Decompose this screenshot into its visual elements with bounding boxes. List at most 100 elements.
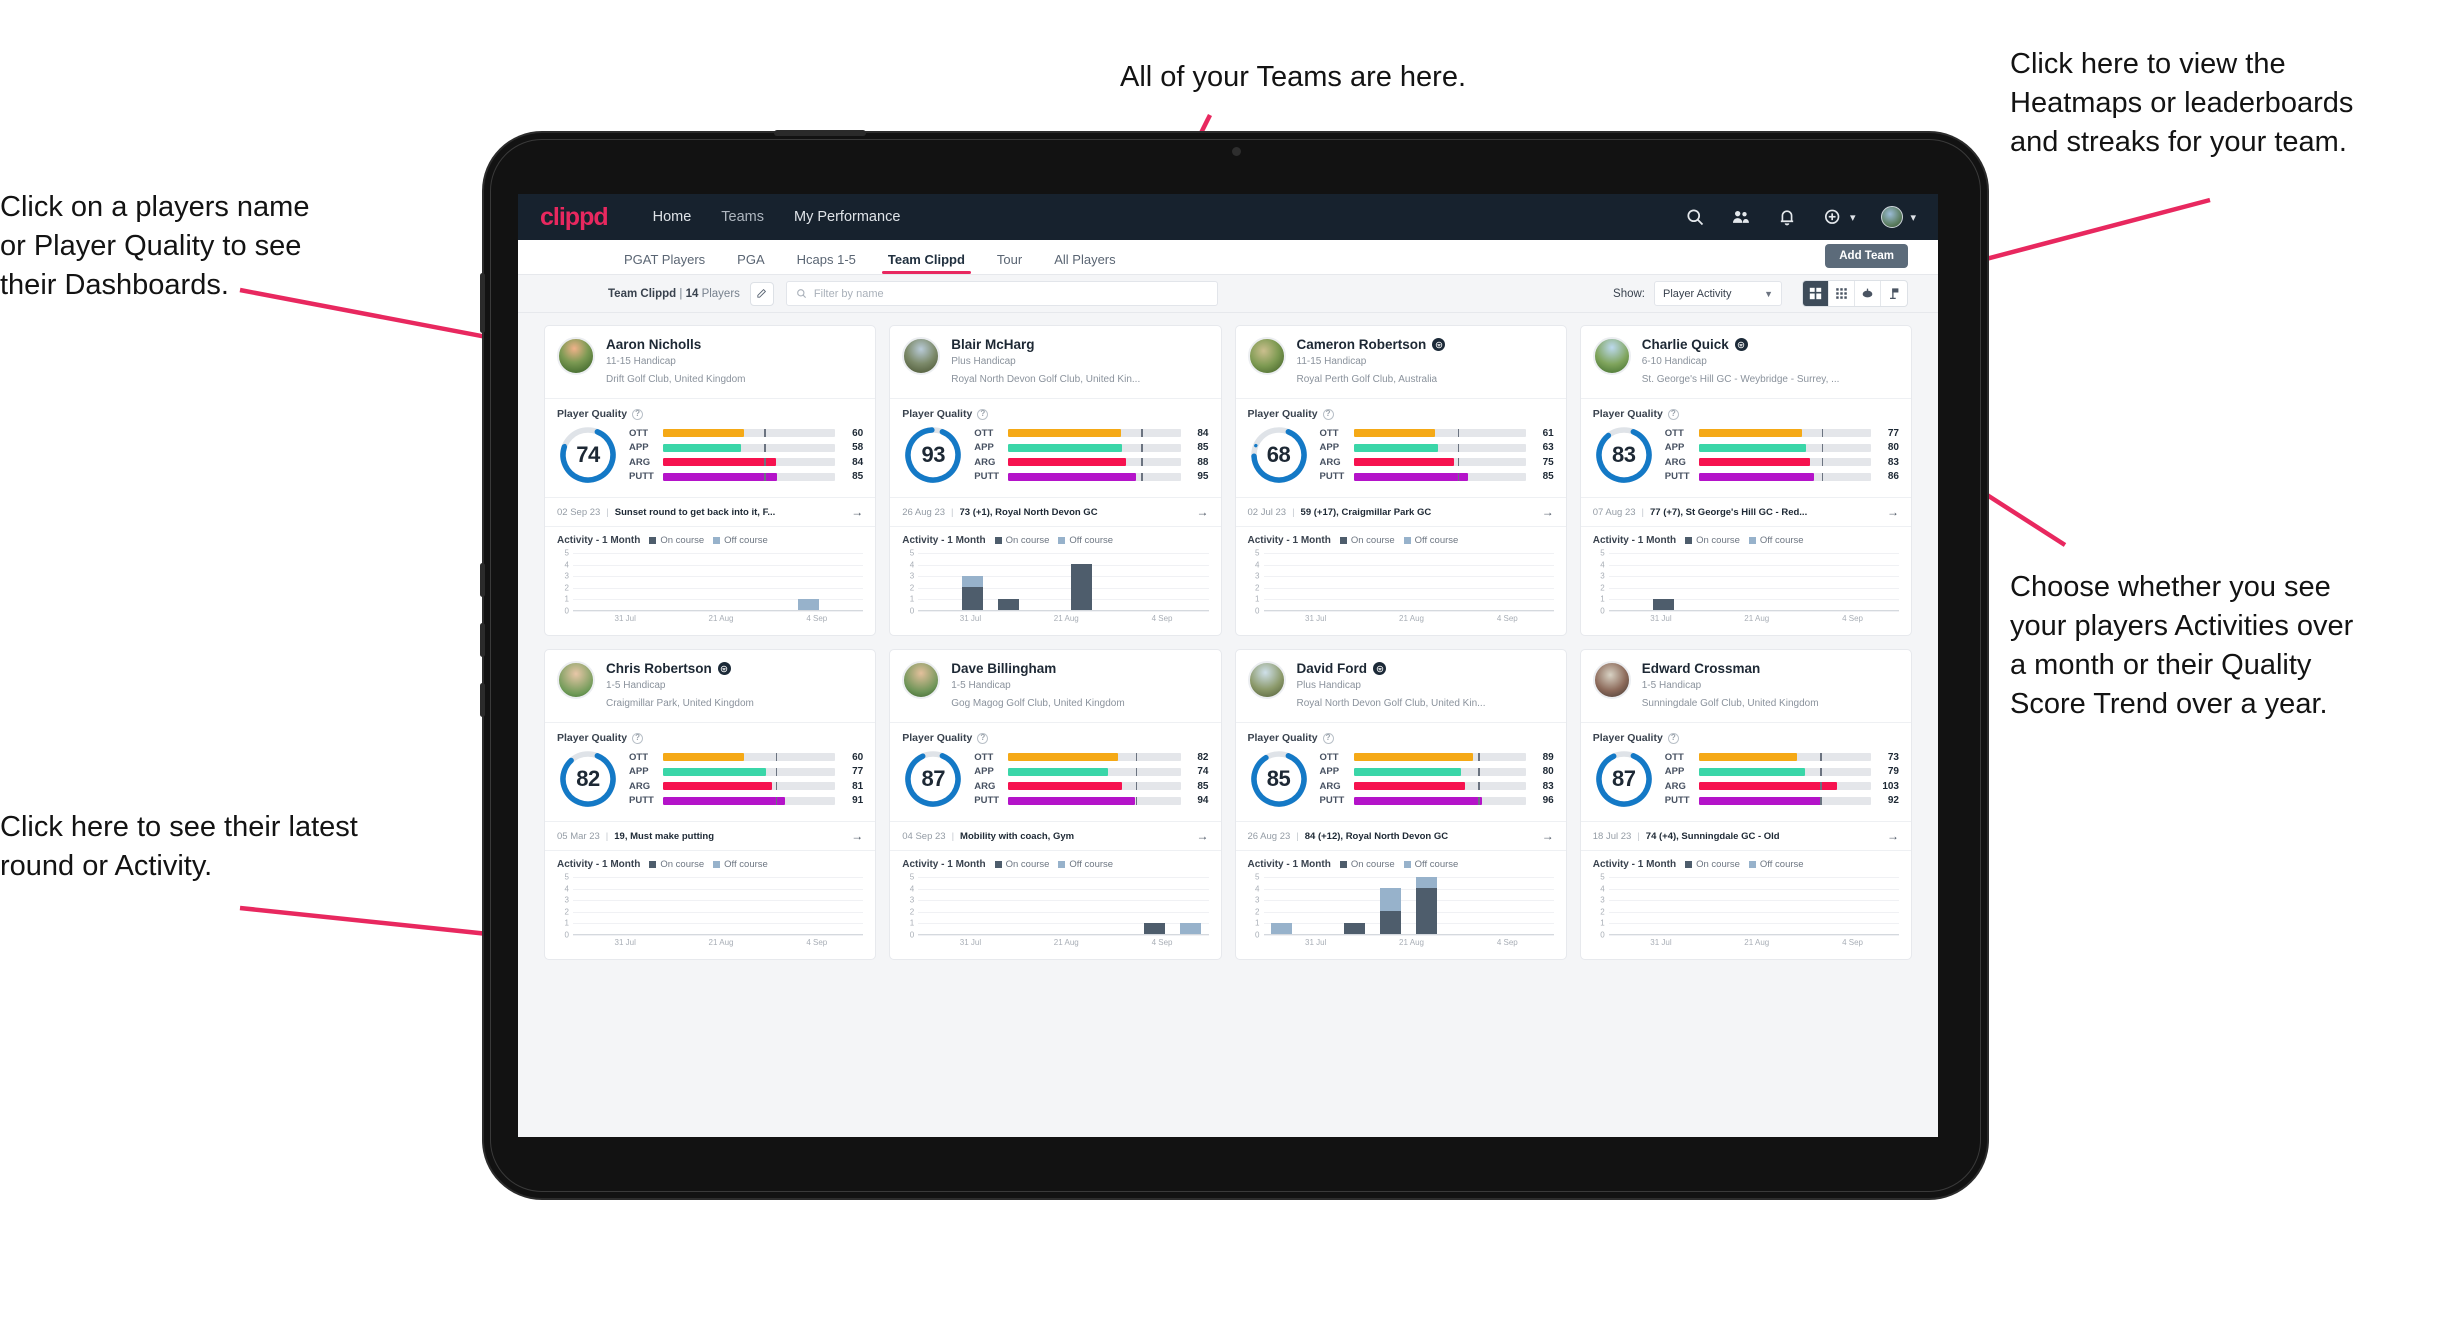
player-name[interactable]: Blair McHarg [951, 337, 1034, 352]
tab-team-clippd[interactable]: Team Clippd [872, 252, 981, 274]
player-quality-section[interactable]: Player Quality ? 82 OTT 60 APP 77 ARG 81… [545, 723, 875, 821]
latest-arrow-icon[interactable]: → [851, 829, 863, 843]
player-name[interactable]: Chris Robertson [606, 661, 712, 676]
player-quality-section[interactable]: Player Quality ? 87 OTT 82 APP 74 ARG 85… [890, 723, 1220, 821]
player-quality-section[interactable]: Player Quality ? 87 OTT 73 APP 79 ARG 10… [1581, 723, 1911, 821]
latest-round-row[interactable]: 05 Mar 23 | 19, Must make putting → [545, 821, 876, 850]
latest-arrow-icon[interactable]: → [1887, 505, 1899, 519]
player-card-header[interactable]: Cameron Robertson 11-15 Handicap Royal P… [1235, 326, 1566, 399]
latest-round-row[interactable]: 07 Aug 23 | 77 (+7), St George's Hill GC… [1580, 497, 1911, 526]
plus-circle-icon[interactable] [1823, 207, 1843, 227]
help-icon[interactable]: ? [1667, 732, 1679, 744]
player-name-row[interactable]: Cameron Robertson [1297, 337, 1446, 352]
player-avatar[interactable] [557, 337, 595, 375]
search-input[interactable]: Filter by name [785, 281, 1218, 306]
show-select[interactable]: Player Activity ▼ [1654, 281, 1782, 306]
player-card[interactable]: David Ford Plus Handicap Royal North Dev… [1234, 649, 1567, 960]
player-card[interactable]: Aaron Nicholls 11-15 Handicap Drift Golf… [544, 325, 877, 636]
player-card-header[interactable]: Dave Billingham 1-5 Handicap Gog Magog G… [890, 650, 1221, 723]
tab-tour[interactable]: Tour [981, 252, 1038, 274]
player-card[interactable]: Dave Billingham 1-5 Handicap Gog Magog G… [889, 649, 1222, 960]
help-icon[interactable]: ? [1322, 408, 1334, 420]
player-quality-section[interactable]: Player Quality ? 93 OTT 84 APP 85 ARG 88… [890, 399, 1220, 497]
player-avatar[interactable] [902, 337, 941, 375]
player-avatar[interactable] [1247, 661, 1286, 699]
latest-arrow-icon[interactable]: → [1887, 829, 1899, 843]
player-name-row[interactable]: Chris Robertson [606, 661, 754, 676]
player-avatar[interactable] [902, 661, 941, 699]
help-icon[interactable]: ? [1322, 732, 1334, 744]
tab-pga[interactable]: PGA [721, 252, 780, 274]
nav-link-home[interactable]: Home [638, 209, 707, 225]
player-avatar[interactable] [1247, 337, 1286, 375]
player-card[interactable]: Chris Robertson 1-5 Handicap Craigmillar… [544, 649, 877, 960]
player-card-header[interactable]: Blair McHarg Plus Handicap Royal North D… [890, 326, 1221, 399]
add-team-button[interactable]: Add Team [1825, 244, 1908, 268]
power-button[interactable] [774, 130, 866, 136]
player-card-header[interactable]: Chris Robertson 1-5 Handicap Craigmillar… [545, 650, 876, 723]
player-card-header[interactable]: Edward Crossman 1-5 Handicap Sunningdale… [1580, 650, 1911, 723]
player-name-row[interactable]: Charlie Quick [1642, 337, 1840, 352]
search-icon[interactable] [1685, 207, 1705, 227]
latest-arrow-icon[interactable]: → [1542, 829, 1554, 843]
player-name-row[interactable]: David Ford [1297, 661, 1486, 676]
help-icon[interactable]: ? [632, 732, 644, 744]
player-name[interactable]: Aaron Nicholls [606, 337, 701, 352]
latest-round-row[interactable]: 04 Sep 23 | Mobility with coach, Gym → [890, 821, 1221, 850]
player-card[interactable]: Charlie Quick 6-10 Handicap St. George's… [1579, 325, 1912, 636]
player-name-row[interactable]: Edward Crossman [1642, 661, 1819, 676]
view-heatmap-button[interactable] [1855, 281, 1881, 306]
people-icon[interactable] [1731, 207, 1751, 227]
player-quality-section[interactable]: Player Quality ? 74 OTT 60 APP 58 ARG 84… [545, 399, 875, 497]
player-card[interactable]: Edward Crossman 1-5 Handicap Sunningdale… [1579, 649, 1912, 960]
tab-pgat-players[interactable]: PGAT Players [608, 252, 721, 274]
player-quality-section[interactable]: Player Quality ? 83 OTT 77 APP 80 ARG 83… [1581, 399, 1911, 497]
player-quality-section[interactable]: Player Quality ? 85 OTT 89 APP 80 ARG 83… [1236, 723, 1566, 821]
view-grid-cards-button[interactable] [1803, 281, 1829, 306]
player-name[interactable]: Cameron Robertson [1297, 337, 1427, 352]
side-button-3[interactable] [480, 683, 485, 717]
side-button-1[interactable] [480, 563, 485, 597]
latest-arrow-icon[interactable]: → [1542, 505, 1554, 519]
avatar[interactable] [1881, 206, 1904, 228]
latest-round-row[interactable]: 26 Aug 23 | 84 (+12), Royal North Devon … [1235, 821, 1566, 850]
player-name-row[interactable]: Blair McHarg [951, 337, 1140, 352]
player-avatar[interactable] [557, 661, 595, 699]
clippd-logo[interactable]: clippd [540, 203, 609, 232]
latest-round-row[interactable]: 02 Jul 23 | 59 (+17), Craigmillar Park G… [1235, 497, 1566, 526]
tab-hcaps-1-5[interactable]: Hcaps 1-5 [781, 252, 872, 274]
latest-round-row[interactable]: 18 Jul 23 | 74 (+4), Sunningdale GC - Ol… [1580, 821, 1911, 850]
help-icon[interactable]: ? [1667, 408, 1679, 420]
player-card[interactable]: Cameron Robertson 11-15 Handicap Royal P… [1234, 325, 1567, 636]
player-name[interactable]: Charlie Quick [1642, 337, 1729, 352]
nav-link-teams[interactable]: Teams [706, 209, 779, 225]
plus-chevron-down-icon[interactable]: ▾ [1850, 211, 1856, 224]
view-grid-dots-button[interactable] [1829, 281, 1855, 306]
bell-icon[interactable] [1777, 207, 1797, 227]
player-quality-section[interactable]: Player Quality ? 68 OTT 61 APP 63 ARG 75… [1236, 399, 1566, 497]
player-name-row[interactable]: Dave Billingham [951, 661, 1124, 676]
player-name-row[interactable]: Aaron Nicholls [606, 337, 746, 352]
player-card-header[interactable]: Aaron Nicholls 11-15 Handicap Drift Golf… [545, 326, 876, 399]
player-card-header[interactable]: Charlie Quick 6-10 Handicap St. George's… [1580, 326, 1911, 399]
help-icon[interactable]: ? [632, 408, 644, 420]
player-avatar[interactable] [1592, 337, 1631, 375]
latest-round-row[interactable]: 26 Aug 23 | 73 (+1), Royal North Devon G… [890, 497, 1221, 526]
player-card[interactable]: Blair McHarg Plus Handicap Royal North D… [889, 325, 1222, 636]
side-button-2[interactable] [480, 623, 485, 657]
latest-arrow-icon[interactable]: → [851, 505, 863, 519]
help-icon[interactable]: ? [977, 732, 989, 744]
volume-strip[interactable] [480, 273, 485, 333]
tab-all-players[interactable]: All Players [1038, 252, 1131, 274]
view-flag-button[interactable] [1881, 281, 1907, 306]
player-avatar[interactable] [1592, 661, 1631, 699]
player-name[interactable]: Edward Crossman [1642, 661, 1761, 676]
latest-round-row[interactable]: 02 Sep 23 | Sunset round to get back int… [545, 497, 876, 526]
edit-team-button[interactable] [749, 281, 774, 306]
player-name[interactable]: Dave Billingham [951, 661, 1056, 676]
player-card-header[interactable]: David Ford Plus Handicap Royal North Dev… [1235, 650, 1566, 723]
help-icon[interactable]: ? [977, 408, 989, 420]
player-name[interactable]: David Ford [1297, 661, 1368, 676]
latest-arrow-icon[interactable]: → [1197, 829, 1209, 843]
nav-link-my-performance[interactable]: My Performance [779, 209, 915, 225]
